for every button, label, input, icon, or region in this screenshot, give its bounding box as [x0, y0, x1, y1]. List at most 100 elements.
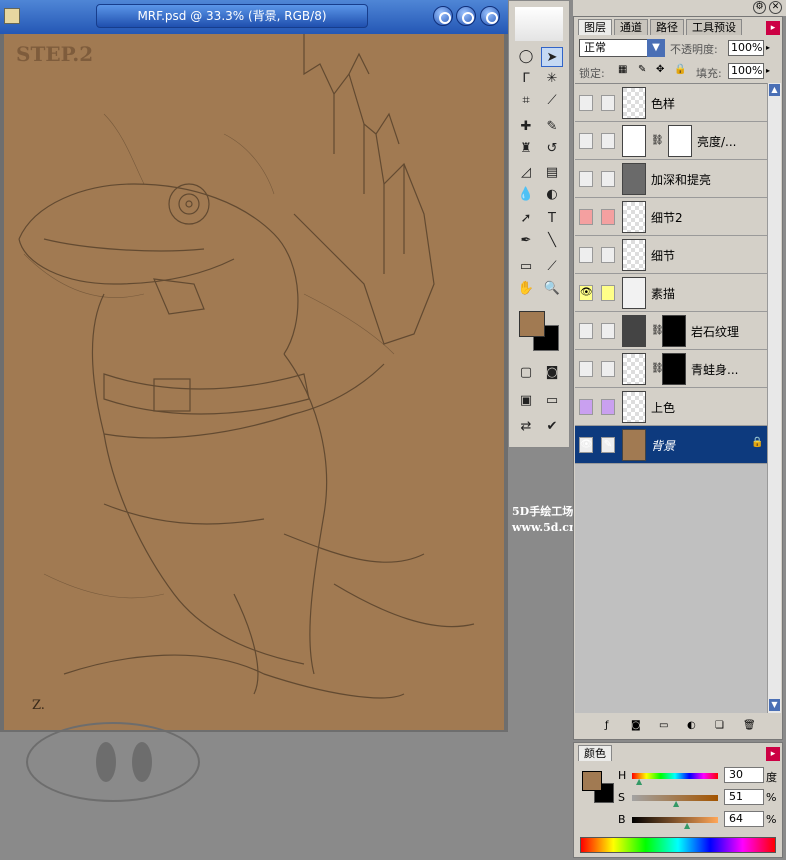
panel-close-icon[interactable]: ✕ — [769, 1, 782, 14]
new-group-icon[interactable]: ▭ — [659, 720, 668, 731]
panel-menu-icon[interactable]: ▸ — [766, 21, 780, 35]
eyedropper-icon[interactable]: ⟋ — [541, 257, 563, 277]
tab-tool-presets[interactable]: 工具预设 — [686, 19, 742, 35]
marquee-tool-icon[interactable]: ◯ — [515, 47, 537, 67]
layer-row[interactable]: 上色 — [575, 388, 767, 426]
brightness-slider[interactable] — [632, 817, 718, 823]
scroll-up-icon[interactable]: ▲ — [769, 84, 780, 96]
edit-icon[interactable]: ✔ — [541, 417, 563, 437]
color-foreground-swatch[interactable] — [582, 771, 602, 791]
photoshop-doc-icon[interactable] — [4, 8, 20, 24]
pen-tool-icon[interactable]: ✒ — [515, 231, 537, 251]
fullscreen-mode-icon[interactable]: ▭ — [541, 391, 563, 411]
dodge-tool-icon[interactable]: ◐ — [541, 185, 563, 205]
standard-mode-icon[interactable]: ▢ — [515, 363, 537, 383]
lock-move-icon[interactable]: ✥ — [656, 64, 664, 75]
hue-slider[interactable] — [632, 773, 718, 779]
layer-row-selected[interactable]: 👁 ✎ 背景 🔒 — [575, 426, 767, 464]
layer-mask[interactable] — [662, 353, 686, 385]
saturation-slider-thumb[interactable]: ▲ — [673, 799, 679, 808]
hue-slider-thumb[interactable]: ▲ — [636, 777, 642, 786]
fill-arrow-icon[interactable]: ▸ — [766, 66, 770, 75]
lock-transparency-icon[interactable]: ▦ — [618, 64, 627, 75]
layer-row[interactable]: 细节2 — [575, 198, 767, 236]
eye-icon[interactable]: 👁 — [579, 437, 593, 453]
settings-gear-icon[interactable]: ⚙ — [753, 1, 766, 14]
visibility-toggle[interactable] — [579, 361, 593, 377]
fill-field[interactable]: 100% — [728, 63, 764, 79]
add-mask-icon[interactable]: ◙ — [631, 720, 641, 731]
scroll-down-icon[interactable]: ▼ — [769, 699, 780, 711]
brightness-slider-thumb[interactable]: ▲ — [684, 821, 690, 830]
visibility-toggle[interactable] — [579, 171, 593, 187]
link-toggle[interactable] — [601, 247, 615, 263]
document-titlebar[interactable]: MRF.psd @ 33.3% (背景, RGB/8) — [0, 0, 508, 34]
jump-to-imageready-icon[interactable]: ⇄ — [515, 417, 537, 437]
crop-tool-icon[interactable]: ⌗ — [515, 91, 537, 111]
visibility-toggle[interactable] — [579, 133, 593, 149]
screen-mode-icon[interactable]: ▣ — [515, 391, 537, 411]
gradient-tool-icon[interactable]: ▤ — [541, 163, 563, 183]
link-toggle[interactable] — [601, 209, 615, 225]
eraser-tool-icon[interactable]: ◿ — [515, 163, 537, 183]
opacity-arrow-icon[interactable]: ▸ — [766, 43, 770, 52]
minimize-icon[interactable] — [433, 6, 453, 26]
link-toggle[interactable] — [601, 323, 615, 339]
line-tool-icon[interactable]: ╲ — [541, 231, 563, 251]
link-toggle[interactable] — [601, 361, 615, 377]
layers-scrollbar[interactable]: ▲ ▼ — [767, 83, 781, 713]
type-tool-icon[interactable]: T — [541, 209, 563, 229]
link-toggle[interactable] — [601, 95, 615, 111]
link-toggle[interactable] — [601, 171, 615, 187]
hand-tool-icon[interactable]: ✋ — [515, 279, 537, 299]
new-layer-icon[interactable]: ❏ — [715, 720, 724, 731]
foreground-color-fill[interactable] — [519, 311, 545, 337]
link-toggle[interactable] — [601, 399, 615, 415]
zoom-tool-icon[interactable]: 🔍 — [541, 279, 563, 299]
clone-stamp-icon[interactable]: ♜ — [515, 139, 537, 159]
hue-field[interactable]: 30 — [724, 767, 764, 783]
tab-paths[interactable]: 路径 — [650, 19, 684, 35]
maximize-icon[interactable] — [456, 6, 476, 26]
magic-wand-icon[interactable]: ✳ — [541, 69, 563, 89]
opacity-field[interactable]: 100% — [728, 40, 764, 56]
brush-icon[interactable]: ✎ — [601, 437, 615, 453]
link-toggle[interactable] — [601, 133, 615, 149]
visibility-toggle[interactable] — [579, 323, 593, 339]
lock-all-icon[interactable]: 🔒 — [674, 64, 686, 75]
link-toggle[interactable] — [601, 285, 615, 301]
tab-channels[interactable]: 通道 — [614, 19, 648, 35]
tab-layers[interactable]: 图层 — [578, 19, 612, 35]
history-brush-icon[interactable]: ↺ — [541, 139, 563, 159]
saturation-field[interactable]: 51 — [724, 789, 764, 805]
lock-brush-icon[interactable]: ✎ — [638, 64, 646, 75]
quick-mask-icon[interactable]: ◙ — [541, 363, 563, 383]
color-panel-menu-icon[interactable]: ▸ — [766, 747, 780, 761]
chain-link-icon[interactable]: ⛓ — [651, 135, 664, 146]
close-icon[interactable] — [480, 6, 500, 26]
visibility-toggle[interactable] — [579, 209, 593, 225]
eye-icon[interactable]: 👁 — [579, 285, 593, 301]
tab-color[interactable]: 颜色 — [578, 745, 612, 761]
layer-row[interactable]: ⛓ 青蛙身... — [575, 350, 767, 388]
visibility-toggle[interactable] — [579, 399, 593, 415]
photoshop-feather-logo[interactable] — [515, 7, 563, 41]
healing-brush-icon[interactable]: ✚ — [515, 117, 537, 137]
layer-mask[interactable] — [668, 125, 692, 157]
brightness-field[interactable]: 64 — [724, 811, 764, 827]
layer-mask[interactable] — [662, 315, 686, 347]
brush-tool-icon[interactable]: ✎ — [541, 117, 563, 137]
color-spectrum-bar[interactable] — [580, 837, 776, 853]
blur-tool-icon[interactable]: 💧 — [515, 185, 537, 205]
path-select-icon[interactable]: ➚ — [515, 209, 537, 229]
move-tool-icon[interactable]: ➤ — [541, 47, 563, 67]
delete-layer-icon[interactable]: 🗑 — [743, 720, 756, 731]
blend-dropdown-chevron-icon[interactable]: ▼ — [647, 39, 665, 57]
notes-tool-icon[interactable]: ▭ — [515, 257, 537, 277]
visibility-toggle[interactable] — [579, 247, 593, 263]
lasso-tool-icon[interactable]: ᒥ — [515, 69, 537, 89]
layer-row[interactable]: 加深和提亮 — [575, 160, 767, 198]
visibility-toggle[interactable] — [579, 95, 593, 111]
layer-row[interactable]: ⛓ 岩石纹理 — [575, 312, 767, 350]
layer-row[interactable]: 色样 — [575, 84, 767, 122]
